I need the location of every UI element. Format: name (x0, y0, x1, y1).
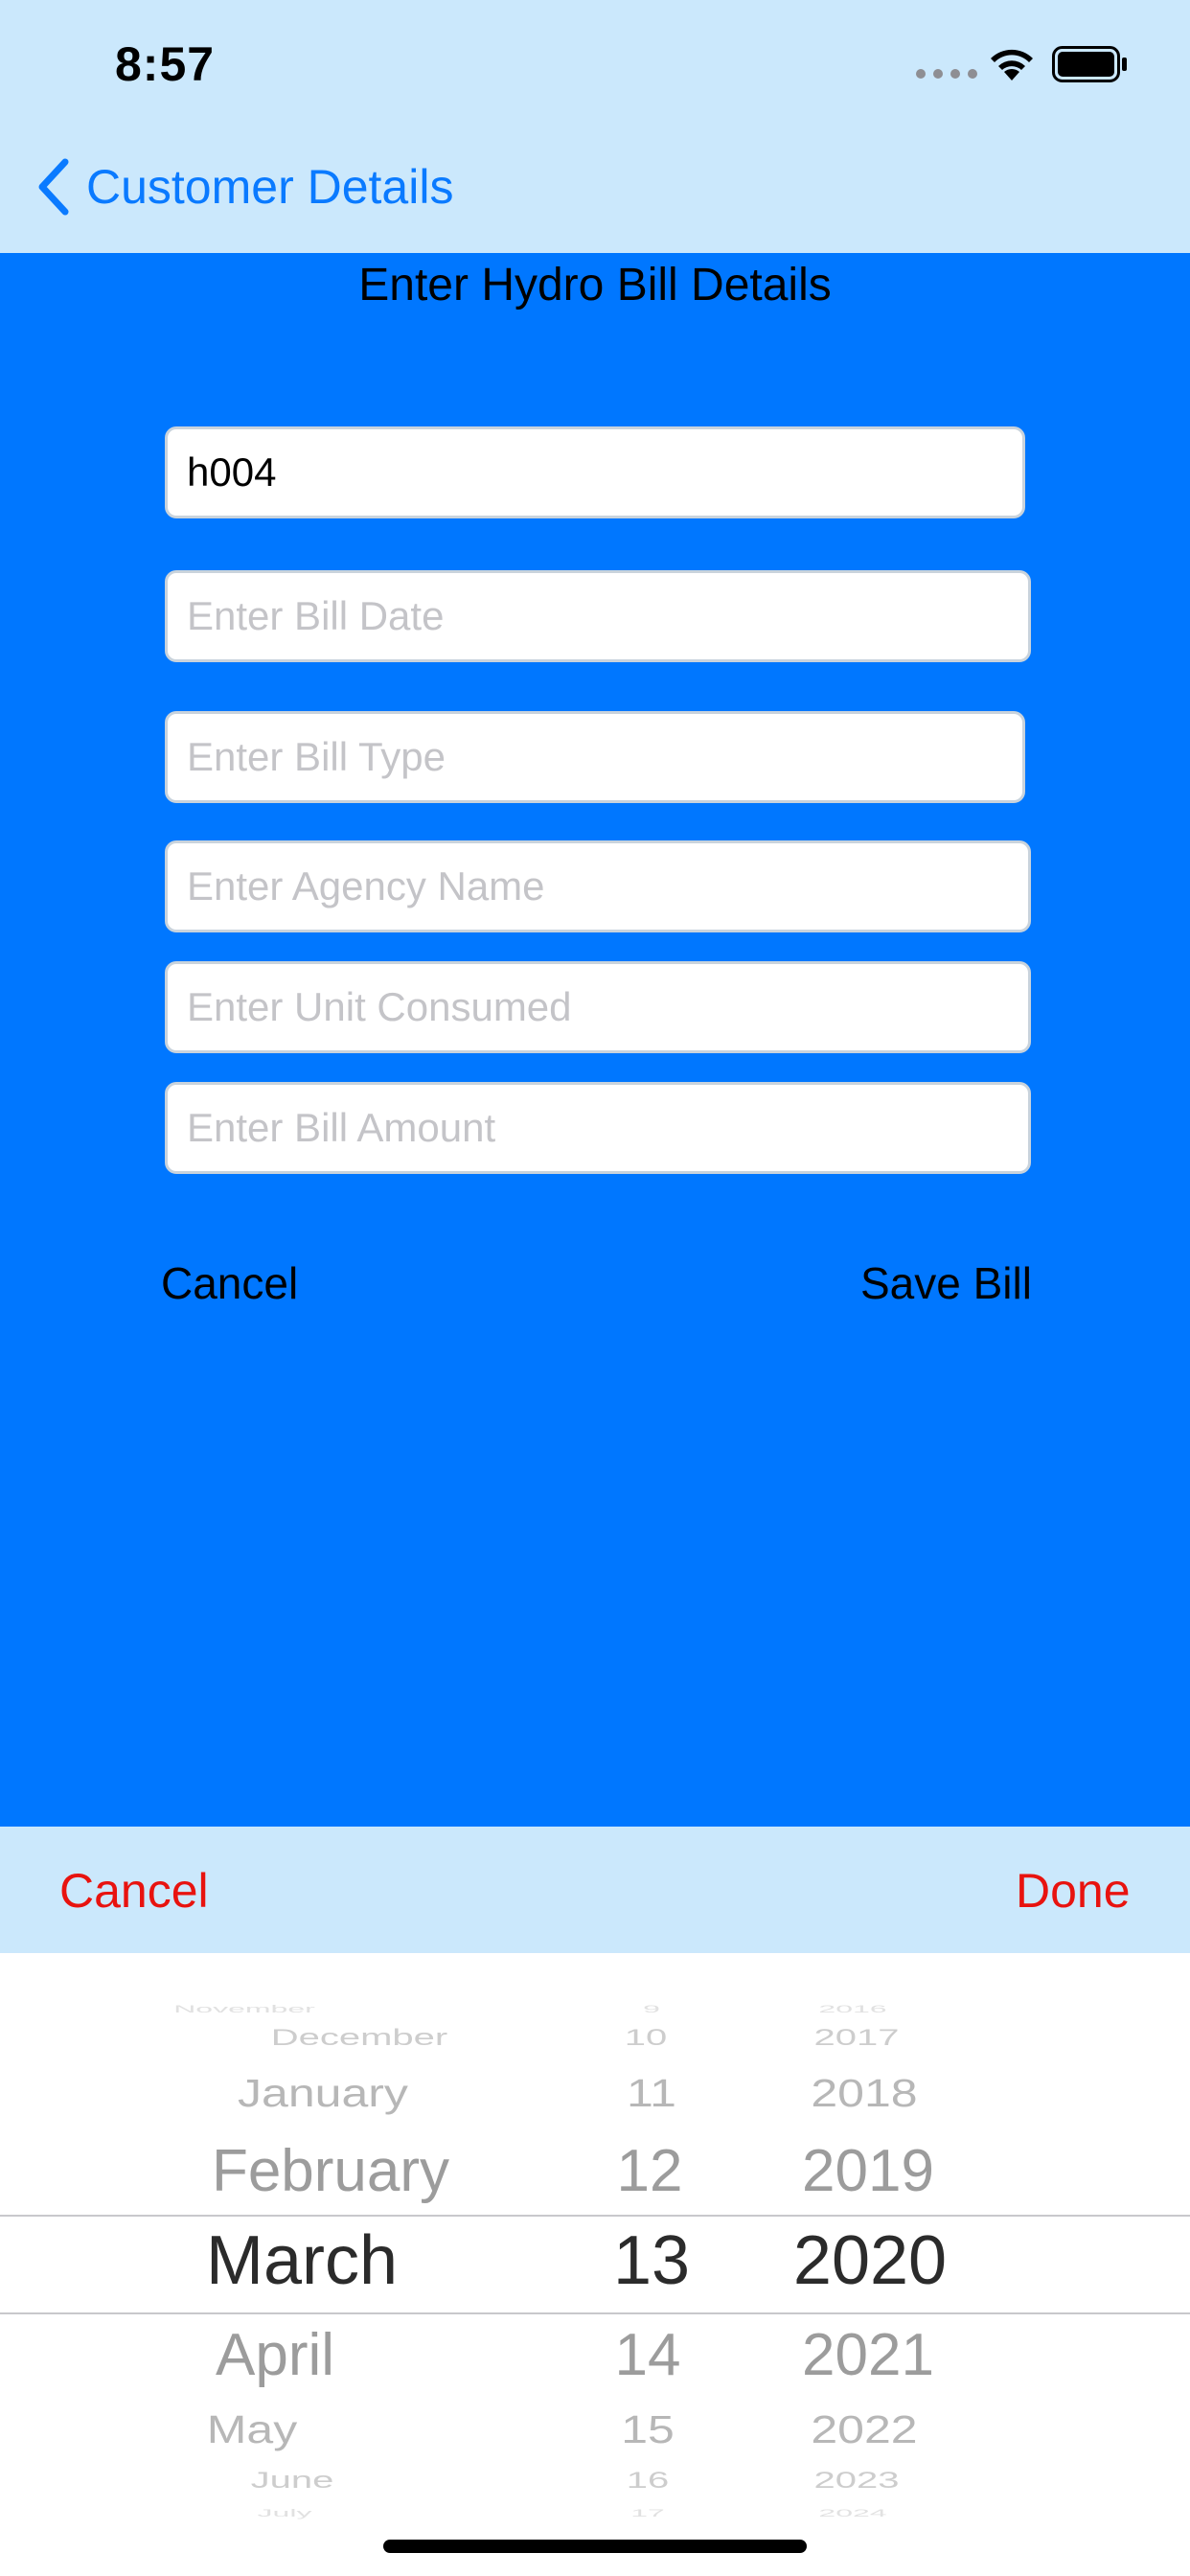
bill-date-input[interactable] (165, 570, 1031, 662)
cancel-button[interactable]: Cancel (161, 1257, 298, 1309)
month-wheel-item[interactable]: June (125, 2468, 460, 2494)
home-indicator[interactable] (383, 2540, 807, 2553)
back-button-label: Customer Details (86, 160, 454, 214)
year-wheel-item[interactable]: 2018 (759, 2070, 970, 2116)
year-wheel-item[interactable]: 2022 (759, 2406, 970, 2452)
month-wheel-item[interactable]: December (192, 2025, 527, 2051)
month-wheel-item[interactable]: July (117, 2507, 452, 2519)
agency-name-input[interactable] (165, 840, 1031, 932)
status-time: 8:57 (115, 37, 216, 91)
year-wheel-item[interactable]: 2024 (747, 2507, 958, 2519)
bill-type-input[interactable] (165, 711, 1025, 803)
day-wheel-item[interactable]: 17 (590, 2507, 705, 2519)
save-bill-button[interactable]: Save Bill (860, 1257, 1032, 1309)
bill-id-input[interactable] (165, 426, 1025, 518)
screen: 8:57 Customer Details Enter Hydro Bill D… (0, 0, 1190, 2576)
month-wheel-item[interactable]: January (155, 2070, 491, 2116)
month-wheel-item[interactable]: February (163, 2137, 498, 2205)
day-wheel-item[interactable]: 10 (588, 2025, 703, 2051)
day-wheel-item[interactable]: 15 (590, 2406, 705, 2452)
back-button[interactable]: Customer Details (34, 153, 453, 220)
picker-done-button[interactable]: Done (1016, 1863, 1131, 1919)
year-wheel-item[interactable]: 2023 (751, 2468, 962, 2494)
day-wheel-selected[interactable]: 13 (594, 2221, 709, 2300)
picker-selection-top-divider (0, 2215, 1190, 2217)
chevron-left-icon (38, 158, 69, 216)
month-wheel-item[interactable]: May (84, 2406, 420, 2452)
picker-toolbar: Cancel Done (0, 1827, 1190, 1953)
year-wheel-item[interactable]: 2019 (763, 2137, 973, 2205)
day-wheel-item[interactable]: 16 (590, 2468, 705, 2494)
day-wheel-item[interactable]: 9 (594, 2003, 709, 2015)
bill-amount-input[interactable] (165, 1082, 1031, 1174)
cellular-signal-icon (916, 69, 977, 79)
year-wheel-item[interactable]: 2016 (747, 2003, 958, 2015)
picker-cancel-button[interactable]: Cancel (59, 1863, 209, 1919)
day-wheel-item[interactable]: 14 (590, 2321, 705, 2389)
wifi-icon (991, 49, 1033, 80)
month-wheel-item[interactable]: April (107, 2321, 443, 2389)
picker-selection-bottom-divider (0, 2312, 1190, 2314)
day-wheel-item[interactable]: 12 (592, 2137, 707, 2205)
navigation-bar: 8:57 Customer Details (0, 0, 1190, 253)
year-wheel-item[interactable]: 2017 (751, 2025, 962, 2051)
month-wheel-item[interactable]: November (77, 2003, 412, 2015)
battery-icon (1052, 46, 1127, 82)
unit-consumed-input[interactable] (165, 961, 1031, 1053)
year-wheel-selected[interactable]: 2020 (765, 2221, 975, 2300)
day-wheel-item[interactable]: 11 (594, 2070, 709, 2116)
page-title: Enter Hydro Bill Details (358, 260, 832, 310)
year-wheel-item[interactable]: 2021 (763, 2321, 973, 2389)
month-wheel-selected[interactable]: March (134, 2221, 469, 2300)
